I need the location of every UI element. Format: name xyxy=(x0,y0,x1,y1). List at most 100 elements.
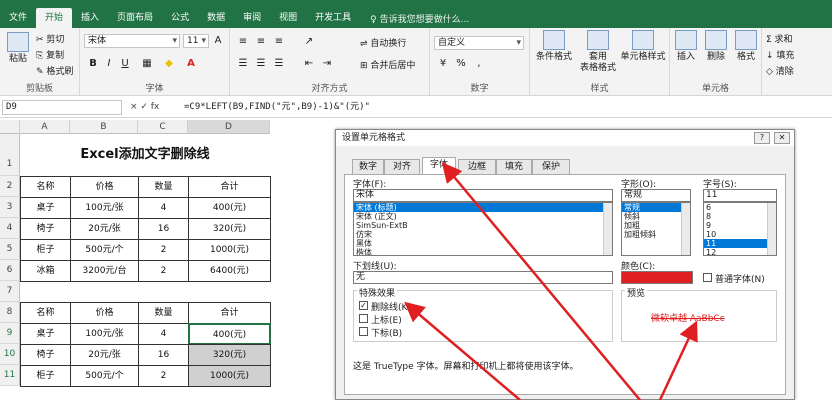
cell-d4[interactable]: 320(元) xyxy=(188,218,271,240)
close-icon[interactable]: ✕ xyxy=(774,132,790,144)
row-header-4[interactable]: 4 xyxy=(0,218,20,239)
font-option[interactable]: SimSun-ExtB xyxy=(354,221,612,230)
row-header-5[interactable]: 5 xyxy=(0,239,20,260)
help-icon[interactable]: ? xyxy=(754,132,770,144)
cell-d8[interactable]: 合计 xyxy=(188,302,271,324)
wrap-text-button[interactable]: ⇌ 自动换行 xyxy=(360,36,406,49)
font-name-select[interactable]: 宋体 xyxy=(84,34,180,48)
formula-input[interactable]: =C9*LEFT(B9,FIND("元",B9)-1)&"(元)" xyxy=(184,100,370,115)
cell-c3[interactable]: 4 xyxy=(138,197,189,219)
tab-formulas[interactable]: 公式 xyxy=(162,8,198,28)
font-option[interactable]: 宋体 (正文) xyxy=(354,212,612,221)
indent-icon[interactable]: ⇤ xyxy=(302,58,316,70)
col-header-b[interactable]: B xyxy=(70,120,138,134)
bold-button[interactable]: B xyxy=(86,58,100,70)
size-input[interactable]: 11 xyxy=(703,189,777,202)
cell-c8[interactable]: 数量 xyxy=(138,302,189,324)
dialog-tab-protection[interactable]: 保护 xyxy=(532,159,570,174)
row-header-2[interactable]: 2 xyxy=(0,176,20,197)
align-bottom-icon[interactable]: ≡ xyxy=(272,36,286,48)
superscript-checkbox[interactable] xyxy=(359,314,368,323)
color-select[interactable] xyxy=(621,271,693,284)
style-option[interactable]: 加粗 xyxy=(622,221,690,230)
row-header-10[interactable]: 10 xyxy=(0,344,20,365)
subscript-checkbox[interactable] xyxy=(359,327,368,336)
comma-button[interactable]: , xyxy=(472,58,486,70)
cell-styles-button[interactable]: 单元格样式 xyxy=(618,30,668,63)
name-box[interactable]: D9 xyxy=(2,100,122,115)
align-top-icon[interactable]: ≡ xyxy=(236,36,250,48)
cell-b8[interactable]: 价格 xyxy=(70,302,139,324)
size-option[interactable]: 11 xyxy=(704,239,776,248)
currency-icon[interactable]: ¥ xyxy=(436,58,450,70)
tab-data[interactable]: 数据 xyxy=(198,8,234,28)
row-header-11[interactable]: 11 xyxy=(0,365,20,386)
tab-page-layout[interactable]: 页面布局 xyxy=(108,8,162,28)
cell-a3[interactable]: 桌子 xyxy=(20,197,71,219)
cell-a6[interactable]: 冰箱 xyxy=(20,260,71,282)
font-option[interactable]: 仿宋 xyxy=(354,230,612,239)
select-all[interactable] xyxy=(0,120,20,134)
underline-button[interactable]: U xyxy=(118,58,132,70)
dialog-tab-border[interactable]: 边框 xyxy=(458,159,496,174)
strikethrough-checkbox[interactable]: ✓ xyxy=(359,301,368,310)
font-list[interactable]: 宋体 (标题) 宋体 (正文) SimSun-ExtB 仿宋 黑体 楷体 xyxy=(353,202,613,256)
dialog-tab-alignment[interactable]: 对齐 xyxy=(384,159,420,174)
col-header-d[interactable]: D xyxy=(188,120,270,134)
dialog-tab-number[interactable]: 数字 xyxy=(352,159,384,174)
size-option[interactable]: 6 xyxy=(704,203,776,212)
merge-center-button[interactable]: ⊞ 合并后居中 xyxy=(360,58,415,71)
cell-a5[interactable]: 柜子 xyxy=(20,239,71,261)
style-input[interactable]: 常规 xyxy=(621,189,691,202)
style-list[interactable]: 常规 倾斜 加粗 加粗倾斜 xyxy=(621,202,691,256)
outdent-icon[interactable]: ⇥ xyxy=(320,58,334,70)
cell-d11[interactable]: 1000(元) xyxy=(188,365,271,387)
cell-b6[interactable]: 3200元/台 xyxy=(70,260,139,282)
font-input[interactable]: 宋体 xyxy=(353,189,613,202)
cell-d3[interactable]: 400(元) xyxy=(188,197,271,219)
row-header-9[interactable]: 9 xyxy=(0,323,20,344)
dialog-tab-fill[interactable]: 填充 xyxy=(496,159,532,174)
cell-d2[interactable]: 合计 xyxy=(188,176,271,198)
cell-a9[interactable]: 桌子 xyxy=(20,323,71,345)
align-center-icon[interactable]: ☰ xyxy=(254,58,268,70)
tab-home[interactable]: 开始 xyxy=(36,8,73,28)
row-header-7[interactable]: 7 xyxy=(0,281,20,302)
size-option[interactable]: 9 xyxy=(704,221,776,230)
insert-cells-button[interactable]: 插入 xyxy=(672,30,700,63)
number-format-select[interactable]: 自定义 xyxy=(434,36,524,50)
align-right-icon[interactable]: ☰ xyxy=(272,58,286,70)
cell-a11[interactable]: 柜子 xyxy=(20,365,71,387)
col-header-c[interactable]: C xyxy=(138,120,188,134)
cell-c5[interactable]: 2 xyxy=(138,239,189,261)
tell-me-search[interactable]: ♀ 告诉我您想要做什么... xyxy=(370,12,469,25)
tab-review[interactable]: 审阅 xyxy=(234,8,270,28)
row-header-6[interactable]: 6 xyxy=(0,260,20,281)
border-icon[interactable]: ▦ xyxy=(140,58,154,70)
paste-button[interactable]: 粘贴 xyxy=(4,32,32,65)
style-option[interactable]: 加粗倾斜 xyxy=(622,230,690,239)
size-option[interactable]: 10 xyxy=(704,230,776,239)
cell-d6[interactable]: 6400(元) xyxy=(188,260,271,282)
row-header-8[interactable]: 8 xyxy=(0,302,20,323)
format-as-table-button[interactable]: 套用 表格格式 xyxy=(576,30,620,74)
clear-button[interactable]: ◇ 清除 xyxy=(766,64,794,77)
font-option[interactable]: 楷体 xyxy=(354,248,612,255)
underline-select[interactable]: 无 xyxy=(353,271,613,284)
cell-b3[interactable]: 100元/张 xyxy=(70,197,139,219)
cell-c9[interactable]: 4 xyxy=(138,323,189,345)
cell-c4[interactable]: 16 xyxy=(138,218,189,240)
sheet-title[interactable]: Excel添加文字删除线 xyxy=(20,134,270,176)
cell-b9[interactable]: 100元/张 xyxy=(70,323,139,345)
cell-b2[interactable]: 价格 xyxy=(70,176,139,198)
cell-d10[interactable]: 320(元) xyxy=(188,344,271,366)
tab-view[interactable]: 视图 xyxy=(270,8,306,28)
delete-cells-button[interactable]: 删除 xyxy=(702,30,730,63)
row-header-3[interactable]: 3 xyxy=(0,197,20,218)
font-option[interactable]: 宋体 (标题) xyxy=(354,203,612,212)
tab-file[interactable]: 文件 xyxy=(0,8,36,28)
font-option[interactable]: 黑体 xyxy=(354,239,612,248)
grow-font-icon[interactable]: A xyxy=(211,35,225,47)
format-cells-button[interactable]: 格式 xyxy=(732,30,760,63)
col-header-a[interactable]: A xyxy=(20,120,70,134)
